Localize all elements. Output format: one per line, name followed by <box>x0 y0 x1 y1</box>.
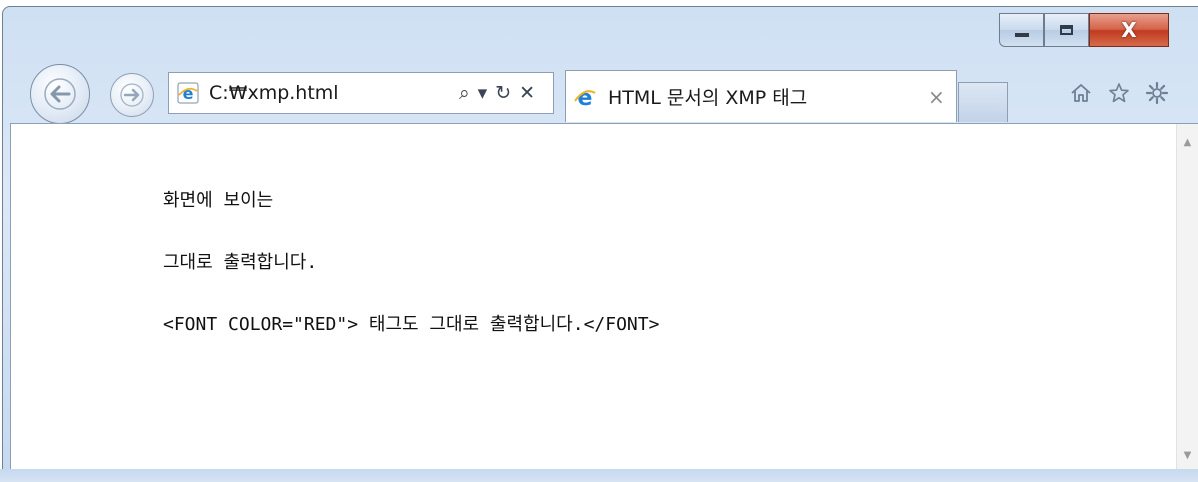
close-button[interactable]: X <box>1089 13 1169 47</box>
page-content-area: 화면에 보이는 그대로 출력합니다. <FONT COLOR="RED"> 태그… <box>10 123 1198 469</box>
window-bottom-edge <box>0 469 1198 482</box>
forward-arrow-icon <box>120 83 144 107</box>
tab-close-icon[interactable]: × <box>928 85 945 109</box>
content-line: <FONT COLOR="RED"> 태그도 그대로 출력합니다.</FONT> <box>163 314 660 335</box>
back-arrow-icon <box>44 78 76 110</box>
close-icon: X <box>1121 18 1137 42</box>
search-icon[interactable]: ⌕ <box>459 82 470 104</box>
content-line: 그대로 출력합니다. <box>163 252 318 273</box>
minimize-icon <box>1014 33 1029 37</box>
vertical-scrollbar[interactable]: ▲ ▼ <box>1176 124 1198 469</box>
favorites-star-icon[interactable] <box>1106 80 1132 106</box>
toolbar-icons <box>1068 80 1170 106</box>
forward-button[interactable] <box>110 73 154 117</box>
tab-active[interactable]: e HTML 문서의 XMP 태그 × <box>565 70 957 122</box>
maximize-button[interactable] <box>1044 13 1089 47</box>
svg-text:e: e <box>578 86 593 109</box>
tab-title: HTML 문서의 XMP 태그 <box>608 87 808 109</box>
maximize-icon <box>1060 25 1073 35</box>
address-tools: ⌕ ▾ ↻ ✕ <box>459 82 535 104</box>
minimize-button[interactable] <box>999 13 1044 47</box>
stop-icon[interactable]: ✕ <box>519 82 535 104</box>
svg-text:e: e <box>183 84 194 103</box>
page-icon: e <box>175 80 201 106</box>
new-tab-button[interactable] <box>958 82 1008 122</box>
content-line: 화면에 보이는 <box>163 190 274 211</box>
search-dropdown-icon[interactable]: ▾ <box>478 82 488 104</box>
caption-buttons: X <box>999 13 1169 49</box>
gear-icon[interactable] <box>1144 80 1170 106</box>
scroll-down-icon[interactable]: ▼ <box>1177 445 1198 465</box>
xmp-content: 화면에 보이는 그대로 출력합니다. <FONT COLOR="RED"> 태그… <box>163 184 659 342</box>
scroll-up-icon[interactable]: ▲ <box>1177 132 1198 152</box>
home-icon[interactable] <box>1068 80 1094 106</box>
address-text[interactable]: C:₩xmp.html <box>209 82 429 104</box>
back-button[interactable] <box>30 64 90 124</box>
ie-logo-icon: e <box>572 84 598 110</box>
refresh-icon[interactable]: ↻ <box>495 82 511 104</box>
address-bar[interactable]: e C:₩xmp.html ⌕ ▾ ↻ ✕ <box>168 72 554 114</box>
